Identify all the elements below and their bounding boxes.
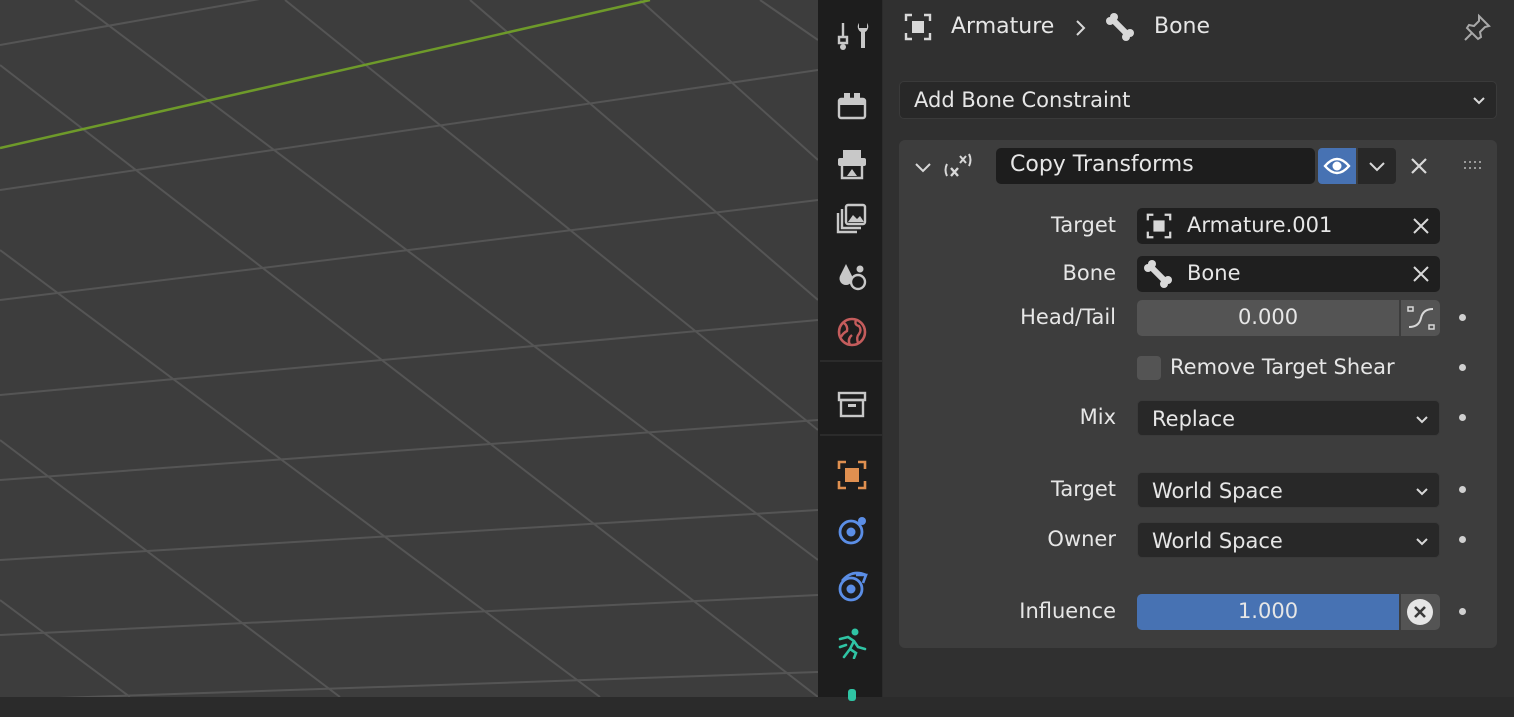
bone-label: Bone: [1062, 261, 1116, 285]
add-bone-constraint-button[interactable]: Add Bone Constraint: [899, 81, 1497, 119]
collection-icon: [837, 391, 867, 418]
clear-bone-icon[interactable]: [1412, 265, 1430, 283]
properties-tabs: [820, 0, 882, 701]
breadcrumb-bone[interactable]: Bone: [1154, 14, 1210, 39]
drag-handle-icon[interactable]: [1463, 159, 1485, 171]
bbone-shape-toggle[interactable]: [1401, 300, 1440, 336]
tab-output[interactable]: [832, 144, 872, 184]
object-icon: [1146, 213, 1172, 239]
owner-space-value: World Space: [1152, 529, 1283, 553]
bone-field[interactable]: Bone: [1137, 256, 1440, 292]
armature-object-icon: [904, 13, 932, 41]
target-space-value: World Space: [1152, 479, 1283, 503]
add-bone-constraint-label: Add Bone Constraint: [914, 88, 1131, 112]
output-icon: [838, 150, 866, 180]
visibility-toggle[interactable]: [1318, 148, 1356, 184]
keyframe-dot[interactable]: [1459, 536, 1466, 543]
tab-view-layer[interactable]: [832, 198, 872, 238]
chevron-down-icon: [1416, 538, 1428, 546]
target-label: Target: [1051, 213, 1116, 237]
disable-keep-influence-button[interactable]: [1401, 594, 1440, 630]
target-space-dropdown[interactable]: World Space: [1137, 472, 1440, 508]
bbone-curve-icon: [1407, 306, 1435, 330]
constraint-type-icon: [944, 153, 972, 177]
tab-render[interactable]: [832, 86, 872, 126]
keyframe-dot[interactable]: [1459, 608, 1466, 615]
constraint-menu-button[interactable]: [1358, 148, 1396, 184]
constraint-name: Copy Transforms: [1010, 152, 1194, 177]
tab-tool[interactable]: [832, 16, 872, 56]
tab-scene[interactable]: [832, 256, 872, 296]
headtail-field[interactable]: 0.000: [1137, 300, 1399, 336]
mix-value: Replace: [1152, 407, 1236, 431]
keyframe-dot[interactable]: [1459, 364, 1466, 371]
tab-collection[interactable]: [832, 384, 872, 424]
bone-icon: [1144, 260, 1172, 288]
keyframe-dot[interactable]: [1459, 414, 1466, 421]
breadcrumb-object[interactable]: Armature: [951, 14, 1054, 39]
view-layer-icon: [836, 203, 867, 234]
owner-space-dropdown[interactable]: World Space: [1137, 522, 1440, 558]
scene-icon: [839, 264, 867, 291]
tool-icon: [837, 23, 869, 50]
influence-value: 1.000: [1237, 599, 1299, 623]
remove-shear-label: Remove Target Shear: [1170, 355, 1395, 379]
tab-separator: [820, 434, 882, 436]
modifier-icon: [838, 517, 866, 545]
constraint-panel: Copy Transforms Target Armature.001 Bone…: [899, 140, 1497, 648]
tab-particles[interactable]: [832, 567, 872, 607]
viewport-grid: [0, 0, 818, 697]
tab-bone-constraint[interactable]: [832, 677, 872, 717]
tab-world[interactable]: [832, 312, 872, 352]
target-space-label: Target: [1051, 477, 1116, 501]
tab-separator: [820, 360, 882, 362]
owner-space-label: Owner: [1047, 527, 1116, 551]
mix-label: Mix: [1079, 405, 1116, 429]
headtail-label: Head/Tail: [1020, 305, 1116, 329]
keyframe-dot[interactable]: [1459, 314, 1466, 321]
constraint-name-field[interactable]: Copy Transforms: [996, 148, 1315, 184]
chevron-right-icon: [1076, 20, 1086, 36]
tab-object[interactable]: [832, 455, 872, 495]
remove-shear-checkbox[interactable]: [1137, 356, 1161, 380]
target-value: Armature.001: [1187, 213, 1333, 237]
bone-constraint-icon: [848, 689, 856, 701]
close-icon[interactable]: [1409, 156, 1429, 176]
object-icon: [837, 460, 867, 490]
bone-value: Bone: [1187, 261, 1241, 285]
chevron-down-icon: [1369, 162, 1385, 172]
bone-icon: [1106, 13, 1134, 41]
properties-panel: Armature Bone Add Bone Constraint Copy T…: [883, 0, 1514, 697]
collapse-chevron-icon[interactable]: [913, 158, 933, 178]
tab-physics[interactable]: [832, 623, 872, 663]
tab-modifiers[interactable]: [832, 511, 872, 551]
particles-icon: [838, 571, 868, 602]
render-icon: [837, 93, 867, 120]
world-icon: [837, 317, 867, 347]
chevron-down-icon: [1473, 97, 1485, 105]
influence-slider[interactable]: 1.000: [1137, 594, 1399, 630]
chevron-down-icon: [1416, 416, 1428, 424]
clear-target-icon[interactable]: [1412, 217, 1430, 235]
influence-label: Influence: [1019, 599, 1116, 623]
eye-icon: [1323, 157, 1351, 175]
pin-icon[interactable]: [1461, 12, 1493, 44]
headtail-value: 0.000: [1237, 305, 1299, 329]
keyframe-dot[interactable]: [1459, 486, 1466, 493]
target-field[interactable]: Armature.001: [1137, 208, 1440, 244]
circle-x-icon: [1407, 599, 1433, 625]
breadcrumb: Armature Bone: [883, 0, 1514, 56]
physics-icon: [838, 628, 867, 659]
mix-dropdown[interactable]: Replace: [1137, 400, 1440, 436]
3d-viewport[interactable]: [0, 0, 818, 697]
chevron-down-icon: [1416, 488, 1428, 496]
